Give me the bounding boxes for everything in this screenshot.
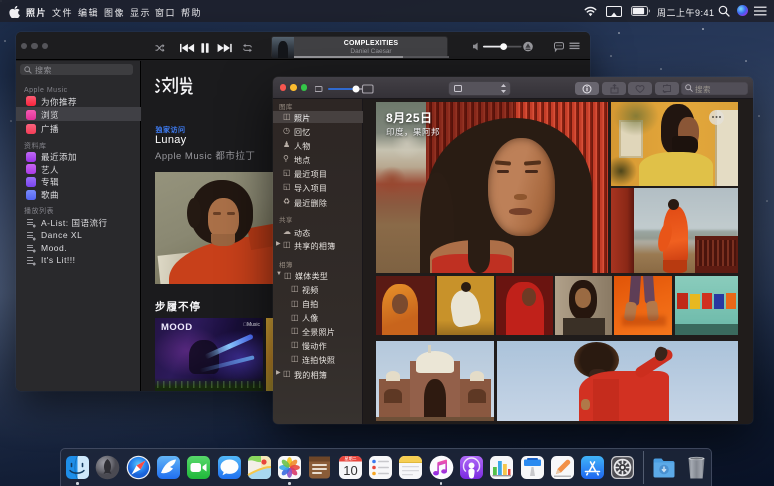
svg-text:星期二: 星期二	[344, 455, 356, 461]
svg-text:10: 10	[343, 463, 357, 478]
